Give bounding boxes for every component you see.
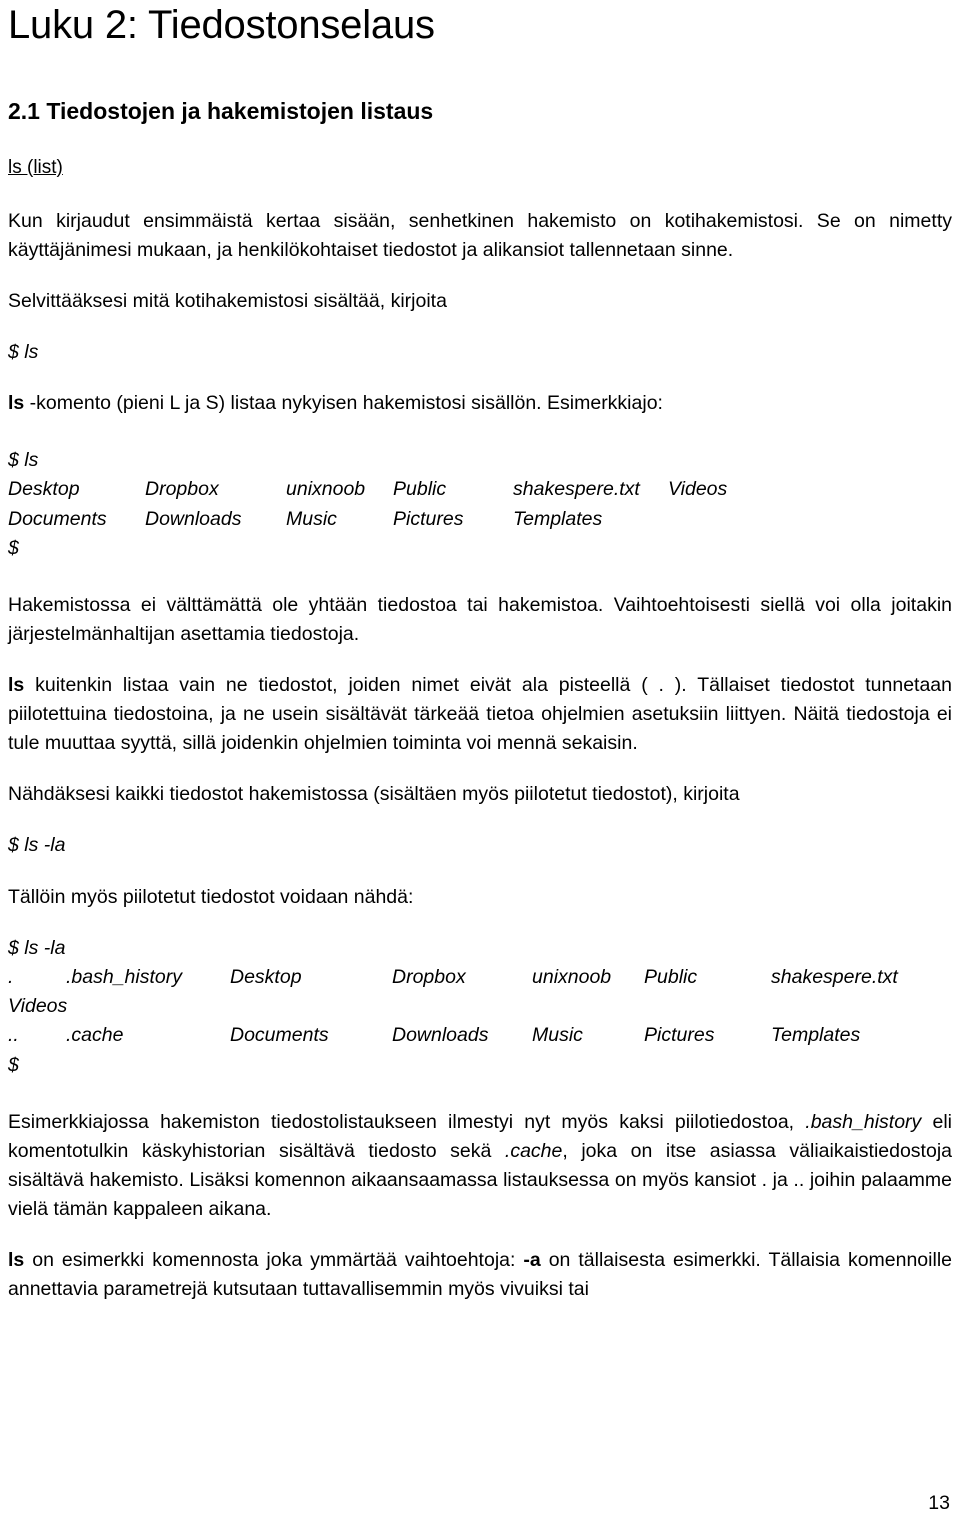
terminal-output-row: .. .cache Documents Downloads Music Pictures T… bbox=[8, 1021, 952, 1050]
listing-entry: Pictures bbox=[644, 1024, 715, 1047]
listing-entry: Public bbox=[644, 965, 698, 988]
listing-entry: .. bbox=[8, 1024, 19, 1047]
listing-entry: Public bbox=[393, 478, 447, 501]
listing-entry: Videos bbox=[8, 995, 68, 1018]
inline-file-cache: .cache bbox=[504, 1139, 563, 1162]
terminal-output-ls-la: . .bash_history Desktop Dropbox unixnoob Publ… bbox=[8, 963, 952, 1051]
listing-entry: shakespere.txt bbox=[513, 478, 640, 501]
paragraph-intro: Kun kirjaudut ensimmäistä kertaa sisään,… bbox=[8, 209, 952, 261]
paragraph-find-out: Selvittääksesi mitä kotihakemistosi sisä… bbox=[8, 289, 447, 312]
terminal-output-row: . .bash_history Desktop Dropbox unixnoob Publ… bbox=[8, 963, 952, 992]
paragraph-hidden-files-text: kuitenkin listaa vain ne tiedostot, joid… bbox=[8, 674, 952, 755]
inline-command-ls: ls bbox=[8, 391, 25, 414]
listing-entry: Templates bbox=[513, 507, 603, 530]
paragraph-see-all: Nähdäksesi kaikki tiedostot hakemistossa… bbox=[8, 783, 740, 806]
inline-command-ls: ls bbox=[8, 674, 25, 697]
listing-entry: unixnoob bbox=[532, 965, 612, 988]
inline-command-ls: ls bbox=[8, 1249, 25, 1272]
paragraph-hidden-files: ls kuitenkin listaa vain ne tiedostot, j… bbox=[8, 671, 952, 758]
listing-entry: Pictures bbox=[393, 507, 464, 530]
page-content: Luku 2: Tiedostonselaus 2.1 Tiedostojen … bbox=[8, 0, 952, 1304]
chapter-title: Luku 2: Tiedostonselaus bbox=[8, 3, 435, 47]
listing-entry: Videos bbox=[668, 478, 728, 501]
paragraph-options-mid: on esimerkki komennosta joka ymmärtää va… bbox=[24, 1249, 524, 1272]
terminal-prompt-bare-1: $ bbox=[8, 536, 19, 559]
listing-entry: Templates bbox=[771, 1024, 861, 1047]
terminal-command-ls-2: $ ls bbox=[8, 449, 39, 472]
terminal-output-row-wrap: Videos bbox=[8, 992, 952, 1021]
paragraph-options: ls on esimerkki komennosta joka ymmärtää… bbox=[8, 1246, 952, 1304]
terminal-command-ls-1: $ ls bbox=[8, 340, 39, 363]
terminal-output-row: Documents Downloads Music Pictures Templates bbox=[8, 505, 952, 534]
listing-entry: Desktop bbox=[230, 965, 302, 988]
listing-entry: Documents bbox=[230, 1024, 329, 1047]
paragraph-maybe-empty: Hakemistossa ei välttämättä ole yhtään t… bbox=[8, 594, 952, 646]
listing-entry: Music bbox=[286, 507, 337, 530]
listing-entry: Desktop bbox=[8, 478, 80, 501]
listing-entry: Dropbox bbox=[392, 965, 466, 988]
listing-entry: shakespere.txt bbox=[771, 965, 898, 988]
listing-entry: Downloads bbox=[392, 1024, 489, 1047]
inline-file-bash-history: .bash_history bbox=[805, 1110, 922, 1133]
terminal-command-ls-la-2: $ ls -la bbox=[8, 936, 66, 959]
paragraph-then-hidden: Tällöin myös piilotetut tiedostot voidaa… bbox=[8, 885, 414, 908]
listing-entry: Downloads bbox=[145, 507, 242, 530]
listing-entry: .bash_history bbox=[66, 965, 182, 988]
listing-entry: Music bbox=[532, 1024, 583, 1047]
listing-entry: . bbox=[8, 965, 14, 988]
listing-entry: Documents bbox=[8, 507, 107, 530]
terminal-command-ls-la-1: $ ls -la bbox=[8, 834, 66, 857]
paragraph-ls-explain: ls -komento (pieni L ja S) listaa nykyis… bbox=[8, 389, 952, 418]
paragraph-ls-explain-text: -komento (pieni L ja S) listaa nykyisen … bbox=[24, 391, 663, 414]
terminal-output-row: Desktop Dropbox unixnoob Public shakespere.t… bbox=[8, 475, 952, 504]
sub-heading-ls: ls (list) bbox=[8, 156, 63, 178]
terminal-prompt-bare-2: $ bbox=[8, 1053, 19, 1076]
page-number: 13 bbox=[928, 1491, 950, 1514]
inline-flag-a: -a bbox=[523, 1249, 541, 1272]
terminal-output-ls: Desktop Dropbox unixnoob Public shakespere.t… bbox=[8, 475, 952, 534]
document-page: Luku 2: Tiedostonselaus 2.1 Tiedostojen … bbox=[0, 0, 960, 1525]
listing-entry: .cache bbox=[66, 1024, 124, 1047]
paragraph-explain-part1: Esimerkkiajossa hakemiston tiedostolista… bbox=[8, 1110, 806, 1133]
listing-entry: unixnoob bbox=[286, 478, 366, 501]
listing-entry: Dropbox bbox=[145, 478, 219, 501]
section-title: 2.1 Tiedostojen ja hakemistojen listaus bbox=[8, 98, 434, 124]
paragraph-explain-hidden: Esimerkkiajossa hakemiston tiedostolista… bbox=[8, 1108, 952, 1224]
